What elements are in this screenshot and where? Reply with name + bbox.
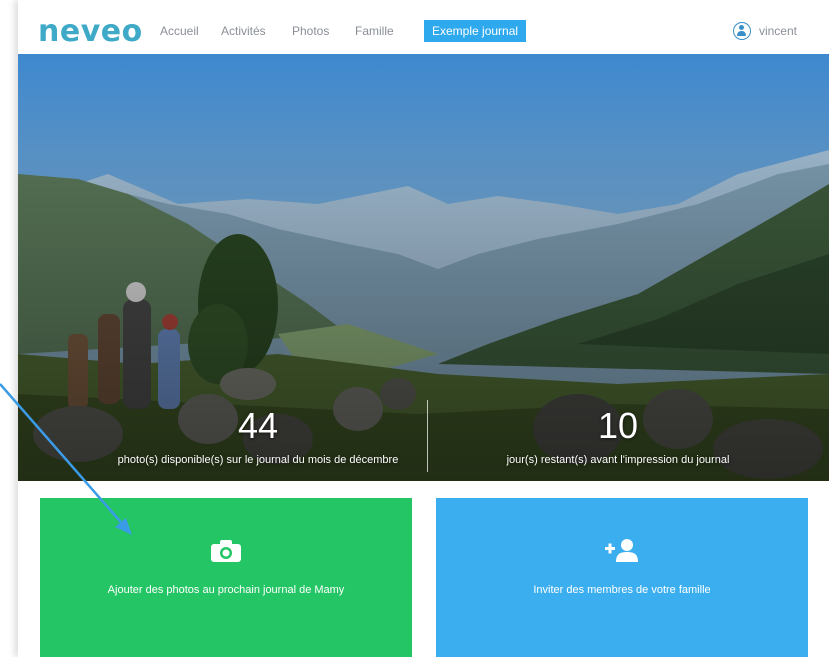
nav-activites[interactable]: Activités [221,24,266,38]
stat-days-number: 10 [597,405,639,446]
add-photos-card[interactable]: Ajouter des photos au prochain journal d… [40,498,412,657]
add-user-icon [605,539,638,562]
hero-banner: 44 photo(s) disponible(s) sur le journal… [18,54,829,481]
stat-divider [427,400,428,472]
nav-famille[interactable]: Famille [355,24,394,38]
user-name: vincent [758,24,797,38]
app-frame: neveo Accueil Activités Photos Famille E… [18,0,829,657]
stat-photos-label: photo(s) disponible(s) sur le journal du… [117,454,399,466]
add-photos-label: Ajouter des photos au prochain journal d… [107,584,345,596]
logo[interactable]: neveo [38,14,143,49]
nav-exemple-journal[interactable]: Exemple journal [424,20,527,42]
nav-accueil[interactable]: Accueil [160,24,199,38]
camera-icon [211,540,241,562]
stat-photos-number: 44 [237,405,279,446]
user-icon [732,22,751,40]
top-nav: neveo Accueil Activités Photos Famille E… [18,8,829,52]
invite-family-label: Inviter des membres de votre famille [533,584,711,596]
invite-family-card[interactable]: Inviter des membres de votre famille [436,498,808,657]
user-menu[interactable]: vincent [732,22,797,40]
stat-days-label: jour(s) restant(s) avant l'impression du… [506,454,730,466]
nav-photos[interactable]: Photos [292,24,329,38]
stat-photos: 44 photo(s) disponible(s) sur le journal… [113,405,403,467]
stat-days: 10 jour(s) restant(s) avant l'impression… [468,405,768,467]
